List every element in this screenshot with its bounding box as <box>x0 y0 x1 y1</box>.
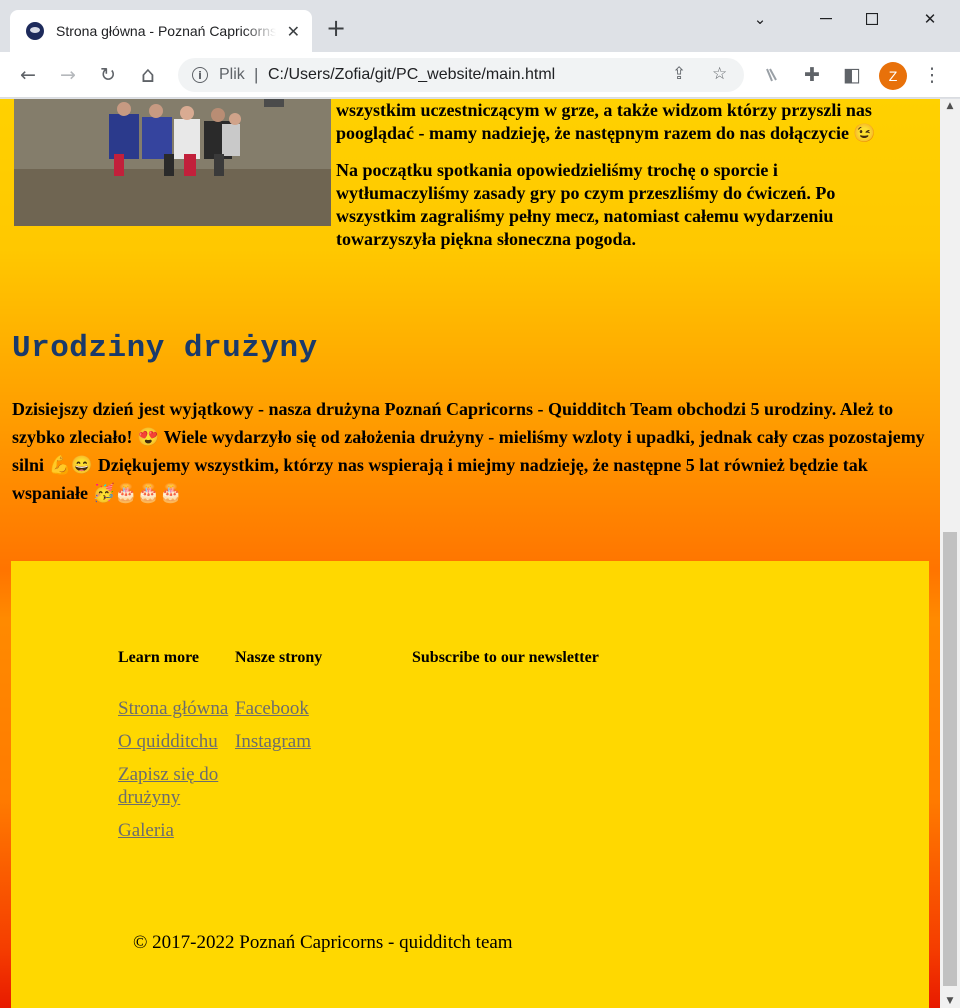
section-title: Urodziny drużyny <box>12 331 318 366</box>
page-scrollbar[interactable]: ▲ ▼ <box>940 99 960 1008</box>
minimize-icon[interactable] <box>806 6 846 32</box>
tab-search-chevron-icon[interactable]: ⌄ <box>740 6 780 32</box>
bookmark-star-icon[interactable]: ☆ <box>712 64 727 84</box>
back-icon[interactable]: ← <box>16 63 40 87</box>
browser-menu-icon[interactable]: ⋮ <box>920 63 944 87</box>
page-viewport: wszystkim uczestniczącym w grze, a także… <box>0 99 940 1008</box>
footer-heading-learn-more: Learn more <box>118 649 200 666</box>
team-photo <box>14 99 331 226</box>
extension-icon[interactable] <box>760 63 784 87</box>
browser-tab[interactable]: Strona główna - Poznań Capricorns - Quid… <box>10 10 312 52</box>
tab-strip: Strona główna - Poznań Capricorns - Quid… <box>0 0 960 52</box>
scroll-up-icon[interactable]: ▲ <box>940 99 960 113</box>
extensions-puzzle-icon[interactable]: ✚ <box>800 63 824 87</box>
footer-link-about-quidditch[interactable]: O quidditchu <box>118 730 218 753</box>
footer-heading-our-pages: Nasze strony <box>235 649 323 666</box>
copyright: © 2017-2022 Poznań Capricorns - quidditc… <box>133 932 513 953</box>
footer-link-instagram[interactable]: Instagram <box>235 730 311 753</box>
home-icon[interactable]: ⌂ <box>136 63 160 88</box>
forward-icon[interactable]: → <box>56 63 80 87</box>
tab-title: Strona główna - Poznań Capricorns - Quid… <box>56 23 276 39</box>
browser-toolbar: ← → ↻ ⌂ i Plik | C:/Users/Zofia/git/PC_w… <box>0 52 960 98</box>
share-icon[interactable]: ⇪ <box>672 64 686 84</box>
footer-heading-newsletter: Subscribe to our newsletter <box>412 649 599 666</box>
scroll-thumb[interactable] <box>943 532 957 986</box>
url-text[interactable]: C:/Users/Zofia/git/PC_website/main.html <box>268 66 555 84</box>
footer-link-join-team[interactable]: Zapisz się do drużyny <box>118 763 235 809</box>
reload-icon[interactable]: ↻ <box>96 63 120 87</box>
site-footer: Learn more Nasze strony Subscribe to our… <box>11 561 929 1008</box>
address-bar[interactable]: i Plik | C:/Users/Zofia/git/PC_website/m… <box>178 58 744 92</box>
footer-link-home[interactable]: Strona główna <box>118 697 228 720</box>
profile-avatar[interactable]: Z <box>879 62 907 90</box>
new-tab-icon[interactable]: + <box>326 16 346 40</box>
tab-close-icon[interactable]: ✕ <box>287 22 300 41</box>
scroll-down-icon[interactable]: ▼ <box>940 994 960 1008</box>
maximize-icon[interactable] <box>852 6 892 32</box>
footer-link-facebook[interactable]: Facebook <box>235 697 309 720</box>
scheme-label: Plik <box>219 66 245 83</box>
intro-paragraph: Na początku spotkania opowiedzieliśmy tr… <box>336 160 836 249</box>
intro-paragraph: wszystkim uczestniczącym w grze, a także… <box>336 100 876 143</box>
scheme-separator: | <box>254 65 259 84</box>
site-favicon-icon <box>26 22 44 40</box>
site-info-icon[interactable]: i <box>192 67 208 83</box>
birthday-text: Dzisiejszy dzień jest wyjątkowy - nasza … <box>12 399 925 503</box>
footer-link-gallery[interactable]: Galeria <box>118 819 174 842</box>
side-panel-icon[interactable]: ◧ <box>840 63 864 87</box>
event-description: wszystkim uczestniczącym w grze, a także… <box>336 99 896 265</box>
window-close-icon[interactable]: ✕ <box>910 6 950 32</box>
